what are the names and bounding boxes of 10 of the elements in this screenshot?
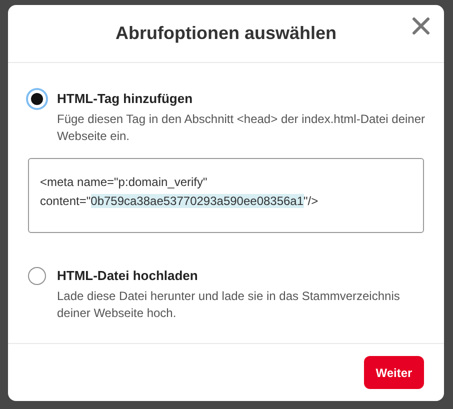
radio-button[interactable] [26,88,48,110]
code-text-box[interactable]: <meta name="p:domain_verify" content="0b759ca38ae53770293a590ee08356a1"/> [28,158,424,233]
dialog-title: Abrufoptionen auswählen [115,22,336,45]
radio-button[interactable] [28,267,46,285]
option-description: Füge diesen Tag in den Abschnitt <head> der index.html-Datei deiner Webseite ein. [57,111,426,145]
option-description: Lade diese Datei herunter und lade sie in das Stammverzeichnis deiner Webseite hoch. [57,288,401,322]
close-icon[interactable] [412,17,430,35]
option-label[interactable]: HTML-Datei hochladen [57,265,426,287]
option-label[interactable]: HTML-Tag hinzufügen [57,88,426,110]
continue-button[interactable]: Weiter [364,356,424,389]
